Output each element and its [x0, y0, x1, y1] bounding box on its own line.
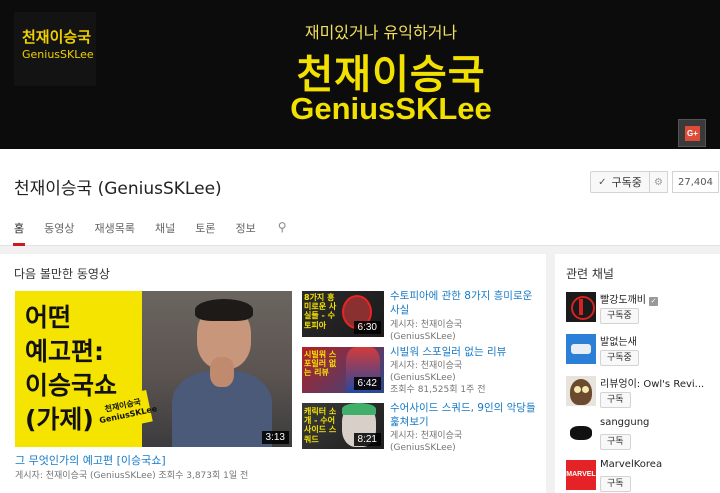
related-channel-name[interactable]: sanggung — [600, 417, 718, 428]
related-channel-item: 발없는새 구독중 — [566, 334, 716, 374]
video-duration: 6:42 — [353, 377, 381, 390]
google-plus-icon: G+ — [685, 126, 700, 141]
person-hair — [195, 299, 253, 321]
google-plus-link[interactable]: G+ — [678, 119, 706, 147]
tab-home[interactable]: 홈 — [12, 220, 26, 246]
channel-tabs: 홈 동영상 재생목록 채널 토론 정보 ⚲ — [0, 220, 287, 246]
subscribe-button[interactable]: 구독 — [600, 476, 631, 492]
related-channel-name[interactable]: 발없는새 — [600, 333, 718, 348]
main-content: 다음 볼만한 동영상 어떤 예고편: 이승국쇼 (가제) 천재이승국 Geniu… — [0, 254, 546, 493]
subscribe-group: ✓ 구독중 ⚙ 27,404 — [590, 171, 719, 193]
video-list: 8가지 흥미로운 사실들 - 수토피아 6:30 수토피아에 관한 8가지 흥미… — [302, 290, 542, 459]
subscribed-button[interactable]: 구독중 — [600, 350, 639, 366]
thumb-text-line: 이승국쇼 — [25, 371, 118, 400]
video-duration: 8:21 — [353, 433, 381, 446]
thumb-figure-hair — [342, 403, 376, 415]
channel-avatar[interactable] — [566, 376, 596, 406]
thumb-text-line: 어떤 — [25, 303, 72, 332]
tab-videos[interactable]: 동영상 — [44, 220, 74, 246]
tab-about[interactable]: 정보 — [235, 220, 255, 246]
related-channel-item: 빨강도깨비 ✓ 구독중 — [566, 292, 716, 332]
video-duration: 6:30 — [353, 321, 381, 334]
list-item: 8가지 흥미로운 사실들 - 수토피아 6:30 수토피아에 관한 8가지 흥미… — [302, 290, 542, 347]
related-channels-title: 관련 채널 — [566, 267, 614, 281]
banner-english-title: GeniusSKLee — [290, 91, 492, 126]
related-channel-name[interactable]: MarvelKorea — [600, 459, 718, 470]
subscribe-button[interactable]: 구독 — [600, 434, 631, 450]
video-title[interactable]: 수어사이드 스쿼드, 9인의 악당들 훑쳐보기 — [390, 402, 542, 429]
featured-duration: 3:13 — [261, 431, 289, 444]
video-thumbnail[interactable]: 8가지 흥미로운 사실들 - 수토피아 6:30 — [302, 291, 384, 337]
channel-avatar[interactable] — [566, 418, 596, 448]
subscribe-button[interactable]: 구독 — [600, 392, 631, 408]
channel-avatar[interactable]: MARVEL — [566, 460, 596, 490]
video-meta: (GeniusSKLee) — [390, 332, 456, 342]
tab-discussion[interactable]: 토론 — [195, 220, 215, 246]
subscriber-count: 27,404 — [672, 171, 719, 193]
related-channels: 관련 채널 빨강도깨비 ✓ 구독중 발없는새 구독중 리뷰엉이: Owl's Re… — [555, 254, 720, 493]
video-meta: 게시자: 천재이승국 — [390, 431, 463, 441]
featured-thumb-person — [142, 291, 292, 447]
video-thumbnail[interactable]: 캐릭터 소개 - 수어사이드 스쿼드 8:21 — [302, 403, 384, 449]
subscription-settings-gear-icon[interactable]: ⚙ — [650, 171, 668, 193]
thumb-text: 8가지 흥미로운 사실들 - 수토피아 — [304, 293, 337, 330]
video-meta: 조회수 81,525회 1주 전 — [390, 385, 486, 395]
channel-name: 천재이승국 (GeniusSKLee) — [14, 179, 222, 199]
video-meta: (GeniusSKLee) — [390, 443, 456, 453]
verified-check-icon: ✓ — [649, 297, 658, 306]
featured-video-meta: 게시자: 천재이승국 (GeniusSKLee) 조회수 3,873회 1일 전 — [15, 471, 249, 481]
channel-avatar[interactable] — [566, 334, 596, 364]
channel-avatar[interactable] — [566, 292, 596, 322]
subscribed-button[interactable]: 구독중 — [600, 308, 639, 324]
channel-header: 천재이승국 (GeniusSKLee) ✓ 구독중 ⚙ 27,404 홈 동영상… — [0, 149, 720, 246]
channel-banner: 천재이승국 GeniusSKLee 재미있거나 유익하거나 천재이승국 Geni… — [0, 0, 720, 149]
section-title: 다음 볼만한 동영상 — [14, 267, 110, 281]
featured-video-thumbnail[interactable]: 어떤 예고편: 이승국쇼 (가제) 천재이승국 GeniusSKLee 3:13 — [15, 291, 292, 447]
channel-search-icon[interactable]: ⚲ — [278, 220, 287, 246]
subscribed-label: 구독중 — [611, 176, 642, 189]
thumb-text: 시빌워 스포일러 없는 리뷰 — [304, 350, 337, 378]
thumb-text-line: 예고편: — [25, 337, 104, 366]
subscribed-button[interactable]: ✓ 구독중 — [590, 171, 650, 193]
video-title[interactable]: 시빌워 스포일러 없는 리뷰 — [390, 346, 542, 360]
tab-playlists[interactable]: 재생목록 — [95, 220, 135, 246]
banner-tagline: 재미있거나 유익하거나 — [304, 23, 458, 42]
list-item: 캐릭터 소개 - 수어사이드 스쿼드 8:21 수어사이드 스쿼드, 9인의 악… — [302, 402, 542, 459]
related-channel-name[interactable]: 빨강도깨비 ✓ — [600, 291, 718, 306]
related-channel-item: MARVEL MarvelKorea 구독 — [566, 459, 718, 493]
video-title[interactable]: 수토피아에 관한 8가지 흥미로운 사실 — [390, 290, 542, 317]
list-item: 시빌워 스포일러 없는 리뷰 6:42 시빌워 스포일러 없는 리뷰 게시자: … — [302, 346, 542, 403]
video-meta: (GeniusSKLee) — [390, 373, 456, 383]
video-meta: 게시자: 천재이승국 — [390, 320, 463, 330]
related-channel-name[interactable]: 리뷰엉이: Owl's Revi... — [600, 375, 718, 390]
video-meta: 게시자: 천재이승국 — [390, 361, 463, 371]
person-hand — [210, 357, 234, 387]
channel-name-text: 빨강도깨비 — [600, 295, 646, 306]
featured-video-title[interactable]: 그 무엇인가의 예고편 [이승국쇼] — [15, 452, 166, 468]
related-channel-item: 리뷰엉이: Owl's Revi... 구독 — [566, 376, 716, 416]
thumb-text-line: (가제) — [25, 405, 94, 434]
related-channel-item: sanggung 구독 — [566, 417, 718, 458]
thumb-text: 캐릭터 소개 - 수어사이드 스쿼드 — [304, 407, 337, 444]
video-thumbnail[interactable]: 시빌워 스포일러 없는 리뷰 6:42 — [302, 347, 384, 393]
check-icon: ✓ — [598, 176, 607, 188]
tab-channels[interactable]: 채널 — [155, 220, 175, 246]
